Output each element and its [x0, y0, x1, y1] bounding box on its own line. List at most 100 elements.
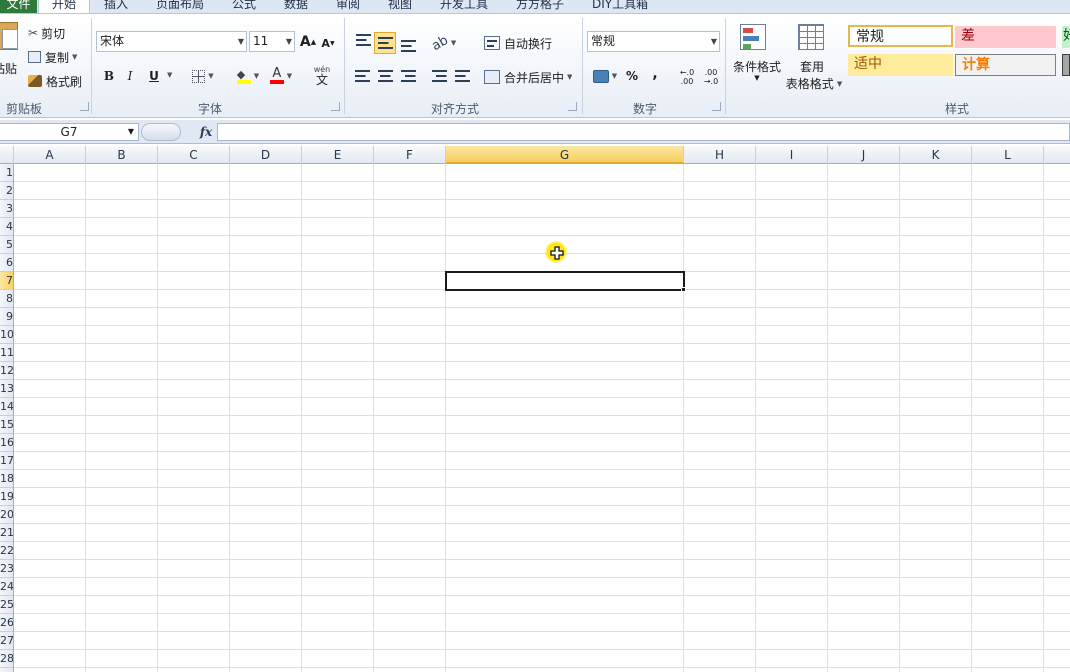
tab-fangfang[interactable]: 方方格子: [516, 0, 564, 13]
column-header[interactable]: B: [86, 146, 158, 164]
row-header[interactable]: 4: [0, 218, 13, 236]
style-normal[interactable]: 常规: [848, 25, 953, 47]
copy-dropdown-icon[interactable]: ▼: [72, 53, 77, 61]
comma-style-button[interactable]: ,: [648, 64, 662, 84]
row-header[interactable]: 19: [0, 488, 13, 506]
row-header[interactable]: 18: [0, 470, 13, 488]
column-header[interactable]: E: [302, 146, 374, 164]
column-header[interactable]: D: [230, 146, 302, 164]
row-header[interactable]: 26: [0, 614, 13, 632]
clipboard-launcher-icon[interactable]: [80, 102, 89, 111]
tab-formulas[interactable]: 公式: [232, 0, 256, 13]
align-center-button[interactable]: [377, 67, 393, 85]
fill-color-button[interactable]: ◆ ▼: [234, 66, 262, 86]
phonetic-button[interactable]: wén 文: [306, 64, 338, 88]
wrap-text-button[interactable]: 自动换行: [484, 33, 552, 53]
formula-bar-splitter[interactable]: [141, 123, 181, 141]
tab-data[interactable]: 数据: [284, 0, 308, 13]
row-header[interactable]: 28: [0, 650, 13, 668]
percent-button[interactable]: %: [624, 66, 640, 86]
row-header[interactable]: 23: [0, 560, 13, 578]
orientation-dropdown-icon[interactable]: ▼: [451, 39, 456, 47]
tab-view[interactable]: 视图: [388, 0, 412, 13]
conditional-format-dropdown-icon[interactable]: ▼: [730, 74, 784, 82]
font-name-combo[interactable]: 宋体 ▼: [96, 31, 247, 52]
tab-file[interactable]: 文件: [0, 0, 37, 13]
row-header[interactable]: 11: [0, 344, 13, 362]
font-name-dropdown-icon[interactable]: ▼: [238, 32, 244, 51]
tab-review[interactable]: 审阅: [336, 0, 360, 13]
row-header[interactable]: 10: [0, 326, 13, 344]
row-header[interactable]: 13: [0, 380, 13, 398]
row-header[interactable]: 12: [0, 362, 13, 380]
row-header[interactable]: 14: [0, 398, 13, 416]
row-header[interactable]: 17: [0, 452, 13, 470]
row-header[interactable]: 3: [0, 200, 13, 218]
format-as-table-button[interactable]: 套用 表格格式 ▼: [784, 20, 844, 96]
fill-color-dropdown-icon[interactable]: ▼: [254, 72, 259, 80]
cell-grid[interactable]: [14, 164, 1070, 672]
row-header[interactable]: 25: [0, 596, 13, 614]
font-color-dropdown-icon[interactable]: ▼: [287, 72, 292, 80]
underline-dropdown-icon[interactable]: ▼: [167, 71, 172, 79]
row-header[interactable]: 20: [0, 506, 13, 524]
align-bottom-button[interactable]: [399, 34, 417, 52]
decrease-decimal-button[interactable]: .00 →.0: [700, 65, 722, 89]
copy-button[interactable]: 复制 ▼: [28, 48, 77, 66]
row-header[interactable]: 24: [0, 578, 13, 596]
alignment-launcher-icon[interactable]: [568, 102, 577, 111]
name-box[interactable]: G7 ▼: [0, 123, 139, 141]
italic-button[interactable]: I: [122, 66, 138, 86]
style-neutral[interactable]: 适中: [848, 54, 953, 76]
format-painter-button[interactable]: 格式刷: [28, 72, 82, 90]
column-header[interactable]: H: [684, 146, 756, 164]
row-header[interactable]: 5: [0, 236, 13, 254]
paste-button[interactable]: 粘贴: [0, 16, 22, 86]
style-bad[interactable]: 差: [955, 26, 1056, 48]
font-size-combo[interactable]: 11 ▼: [249, 31, 295, 52]
name-box-dropdown-icon[interactable]: ▼: [128, 124, 134, 140]
tab-page-layout[interactable]: 页面布局: [156, 0, 204, 13]
column-header[interactable]: A: [14, 146, 86, 164]
align-middle-button[interactable]: [374, 32, 396, 54]
column-header[interactable]: F: [374, 146, 446, 164]
row-header[interactable]: 15: [0, 416, 13, 434]
tab-home[interactable]: 开始: [38, 0, 90, 13]
tab-insert[interactable]: 插入: [104, 0, 128, 13]
row-header[interactable]: 8: [0, 290, 13, 308]
row-header[interactable]: 2: [0, 182, 13, 200]
row-header[interactable]: 21: [0, 524, 13, 542]
row-header[interactable]: 6: [0, 254, 13, 272]
tab-diy-toolbox[interactable]: DIY工具箱: [592, 0, 648, 13]
fill-handle[interactable]: [681, 287, 686, 292]
active-cell-g7[interactable]: [445, 271, 685, 291]
column-header[interactable]: L: [972, 146, 1044, 164]
align-right-button[interactable]: [400, 67, 416, 85]
style-check-cell[interactable]: [1062, 54, 1070, 76]
select-all-corner[interactable]: [0, 146, 14, 164]
column-header[interactable]: J: [828, 146, 900, 164]
number-format-dropdown-icon[interactable]: ▼: [711, 32, 717, 51]
number-format-combo[interactable]: 常规 ▼: [587, 31, 720, 52]
decrease-indent-button[interactable]: [431, 67, 447, 85]
row-header[interactable]: 9: [0, 308, 13, 326]
increase-decimal-button[interactable]: ←.0 .00: [676, 65, 698, 89]
row-header[interactable]: 27: [0, 632, 13, 650]
row-header[interactable]: 16: [0, 434, 13, 452]
orientation-button[interactable]: ab ▼: [429, 32, 456, 53]
underline-button[interactable]: U: [145, 66, 163, 86]
border-button[interactable]: ▼: [190, 67, 216, 85]
row-header[interactable]: 22: [0, 542, 13, 560]
format-as-table-dropdown-icon[interactable]: ▼: [837, 80, 842, 88]
shrink-font-button[interactable]: A ▼: [320, 34, 336, 52]
column-header-selected[interactable]: G: [446, 146, 684, 164]
row-header-selected[interactable]: 7: [0, 272, 13, 290]
increase-indent-button[interactable]: [454, 67, 470, 85]
cut-button[interactable]: ✂ 剪切: [28, 24, 65, 42]
conditional-format-button[interactable]: 条件格式 ▼: [730, 20, 784, 90]
merge-dropdown-icon[interactable]: ▼: [567, 73, 572, 81]
font-color-button[interactable]: A ▼: [266, 66, 296, 86]
align-left-button[interactable]: [354, 67, 370, 85]
border-dropdown-icon[interactable]: ▼: [208, 72, 213, 80]
grow-font-button[interactable]: A ▲: [299, 32, 317, 52]
